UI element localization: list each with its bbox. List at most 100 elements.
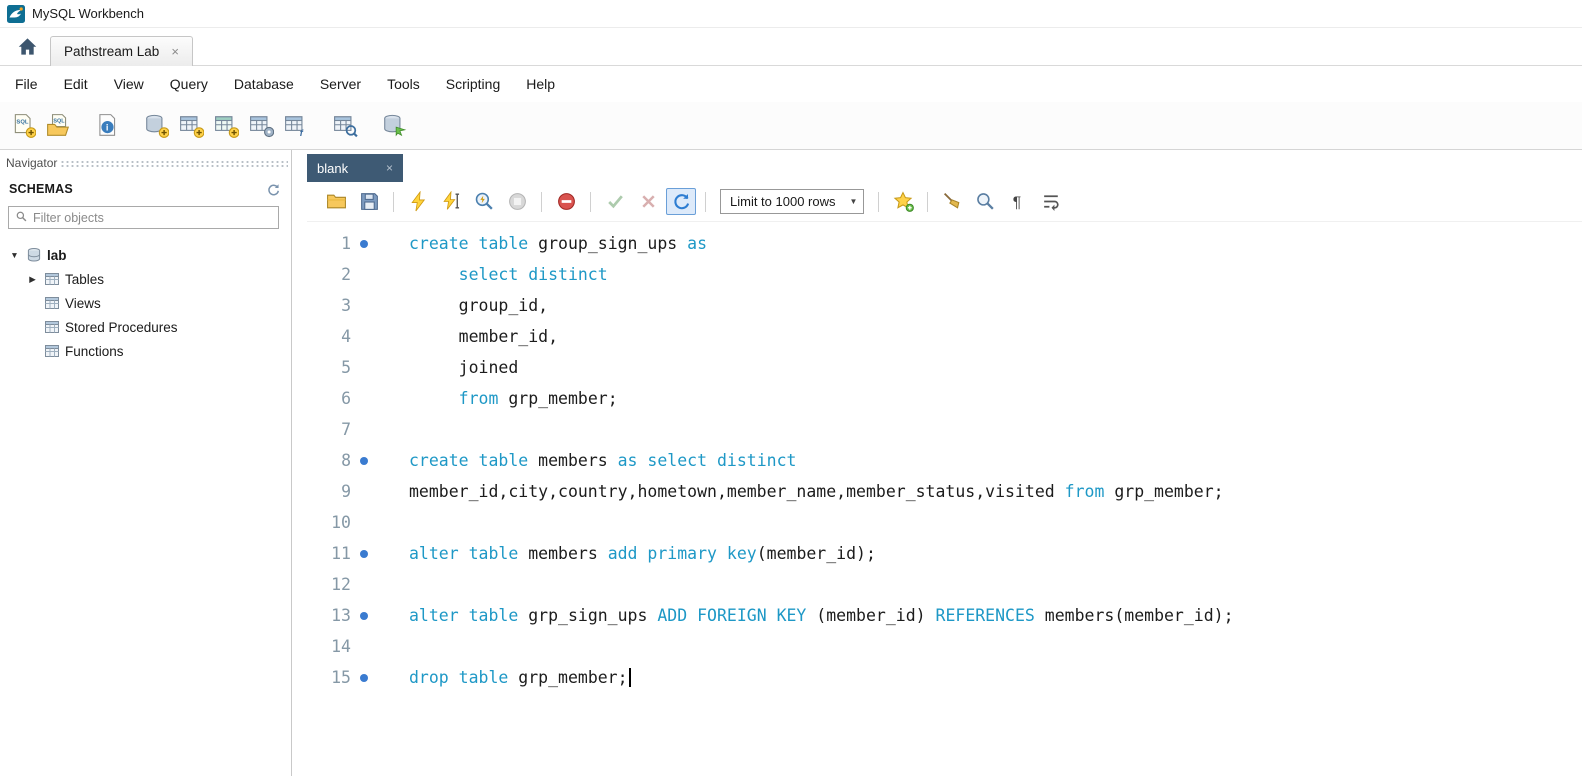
table-group-icon xyxy=(44,295,60,311)
statement-marker xyxy=(351,538,377,569)
table-group-icon xyxy=(44,319,60,335)
invisibles-button[interactable]: ¶ xyxy=(1003,188,1033,215)
tree-item-stored-procedures[interactable]: Stored Procedures xyxy=(0,315,291,339)
line-number: 4 xyxy=(341,327,351,346)
stop-button[interactable] xyxy=(502,188,532,215)
code-line[interactable]: 2 select distinct xyxy=(307,259,1582,290)
create-table-button[interactable] xyxy=(176,110,207,141)
code-line[interactable]: 12 xyxy=(307,569,1582,600)
menu-tools[interactable]: Tools xyxy=(374,69,433,99)
expanded-arrow-icon[interactable]: ▼ xyxy=(8,250,21,260)
create-view-button[interactable] xyxy=(211,110,242,141)
create-schema-button[interactable] xyxy=(141,110,172,141)
menu-server[interactable]: Server xyxy=(307,69,374,99)
code-line[interactable]: 14 xyxy=(307,631,1582,662)
navigator-title: Navigator xyxy=(6,156,58,170)
toolbar-separator xyxy=(393,191,394,212)
beautify-button[interactable] xyxy=(937,188,967,215)
save-snippet-button[interactable] xyxy=(888,188,918,215)
reconnect-database-icon xyxy=(382,113,407,138)
code-line[interactable]: 10 xyxy=(307,507,1582,538)
editor-tab-blank[interactable]: blank × xyxy=(307,154,403,182)
statement-marker xyxy=(351,321,377,352)
explain-button[interactable] xyxy=(469,188,499,215)
line-number: 15 xyxy=(331,668,351,687)
code-line[interactable]: 9 member_id,city,country,hometown,member_… xyxy=(307,476,1582,507)
home-icon xyxy=(17,36,38,60)
inspector-button[interactable]: i xyxy=(92,110,123,141)
wrap-text-button[interactable] xyxy=(1036,188,1066,215)
search-table-data-button[interactable] xyxy=(330,110,361,141)
home-tab-button[interactable] xyxy=(4,31,50,65)
svg-text:SQL: SQL xyxy=(53,119,65,125)
schema-icon xyxy=(26,247,42,263)
code-line[interactable]: 7 xyxy=(307,414,1582,445)
navigator-header-texture xyxy=(60,159,288,169)
toolbar-separator xyxy=(705,191,706,212)
menu-scripting[interactable]: Scripting xyxy=(433,69,513,99)
schema-filter-box[interactable] xyxy=(8,206,279,229)
menu-bar: File Edit View Query Database Server Tools Scri… xyxy=(0,66,1582,102)
filter-search-icon xyxy=(15,210,28,226)
new-sql-tab-button[interactable]: SQL xyxy=(8,110,39,141)
reconnect-database-button[interactable] xyxy=(379,110,410,141)
code-line[interactable]: 8 create table members as select distinct xyxy=(307,445,1582,476)
code-line[interactable]: 5 joined xyxy=(307,352,1582,383)
tree-item-lab[interactable]: ▼ lab xyxy=(0,243,291,267)
rollback-button[interactable] xyxy=(633,188,663,215)
search-table-data-icon xyxy=(333,113,358,138)
statement-marker-dot-icon xyxy=(360,456,368,465)
code-line[interactable]: 6 from grp_member; xyxy=(307,383,1582,414)
execute-current-button[interactable] xyxy=(436,188,466,215)
statement-marker xyxy=(351,662,377,693)
limit-rows-dropdown[interactable]: Limit to 1000 rows ▼ xyxy=(720,189,865,214)
create-function-button[interactable]: f xyxy=(281,110,312,141)
sql-code-editor[interactable]: 1 create table group_sign_ups as 2 select … xyxy=(307,222,1582,776)
open-script-button[interactable] xyxy=(321,188,351,215)
find-button[interactable] xyxy=(970,188,1000,215)
refresh-schemas-icon[interactable] xyxy=(266,182,281,197)
sql-editor-toolbar: Limit to 1000 rows ▼ ¶ xyxy=(307,182,1582,222)
code-line[interactable]: 3 group_id, xyxy=(307,290,1582,321)
open-sql-script-button[interactable]: SQL xyxy=(43,110,74,141)
stop-on-error-button[interactable] xyxy=(551,188,581,215)
create-procedure-icon xyxy=(249,113,274,138)
save-script-button[interactable] xyxy=(354,188,384,215)
tree-item-views[interactable]: Views xyxy=(0,291,291,315)
connection-tab[interactable]: Pathstream Lab × xyxy=(50,36,193,66)
menu-file[interactable]: File xyxy=(2,69,51,99)
tree-item-label: Tables xyxy=(65,271,105,287)
tree-item-label: lab xyxy=(47,247,67,263)
autocommit-button[interactable] xyxy=(666,188,696,215)
editor-tab-close-icon[interactable]: × xyxy=(386,161,393,175)
code-line[interactable]: 13 alter table grp_sign_ups ADD FOREIGN K… xyxy=(307,600,1582,631)
collapsed-arrow-icon[interactable]: ▶ xyxy=(26,274,39,285)
code-line[interactable]: 4 member_id, xyxy=(307,321,1582,352)
commit-button[interactable] xyxy=(600,188,630,215)
code-line[interactable]: 1 create table group_sign_ups as xyxy=(307,228,1582,259)
menu-query[interactable]: Query xyxy=(157,69,221,99)
line-number: 6 xyxy=(341,389,351,408)
execute-button[interactable] xyxy=(403,188,433,215)
menu-edit[interactable]: Edit xyxy=(51,69,101,99)
tree-item-label: Stored Procedures xyxy=(65,319,178,335)
statement-marker xyxy=(351,476,377,507)
svg-text:¶: ¶ xyxy=(1013,194,1021,211)
tree-item-tables[interactable]: ▶ Tables xyxy=(0,267,291,291)
tree-item-functions[interactable]: Functions xyxy=(0,339,291,363)
statement-marker-dot-icon xyxy=(360,673,368,682)
schema-filter-input[interactable] xyxy=(33,210,272,225)
create-table-icon xyxy=(179,113,204,138)
code-line[interactable]: 15 drop table grp_member; xyxy=(307,662,1582,693)
menu-help[interactable]: Help xyxy=(513,69,568,99)
connection-tab-close-icon[interactable]: × xyxy=(171,44,179,59)
menu-database[interactable]: Database xyxy=(221,69,307,99)
dropdown-arrow-icon[interactable]: ▼ xyxy=(850,197,858,206)
create-procedure-button[interactable] xyxy=(246,110,277,141)
code-line[interactable]: 11 alter table members add primary key(me… xyxy=(307,538,1582,569)
new-sql-tab-icon: SQL xyxy=(11,113,36,138)
stop-icon xyxy=(507,191,528,212)
menu-view[interactable]: View xyxy=(101,69,157,99)
